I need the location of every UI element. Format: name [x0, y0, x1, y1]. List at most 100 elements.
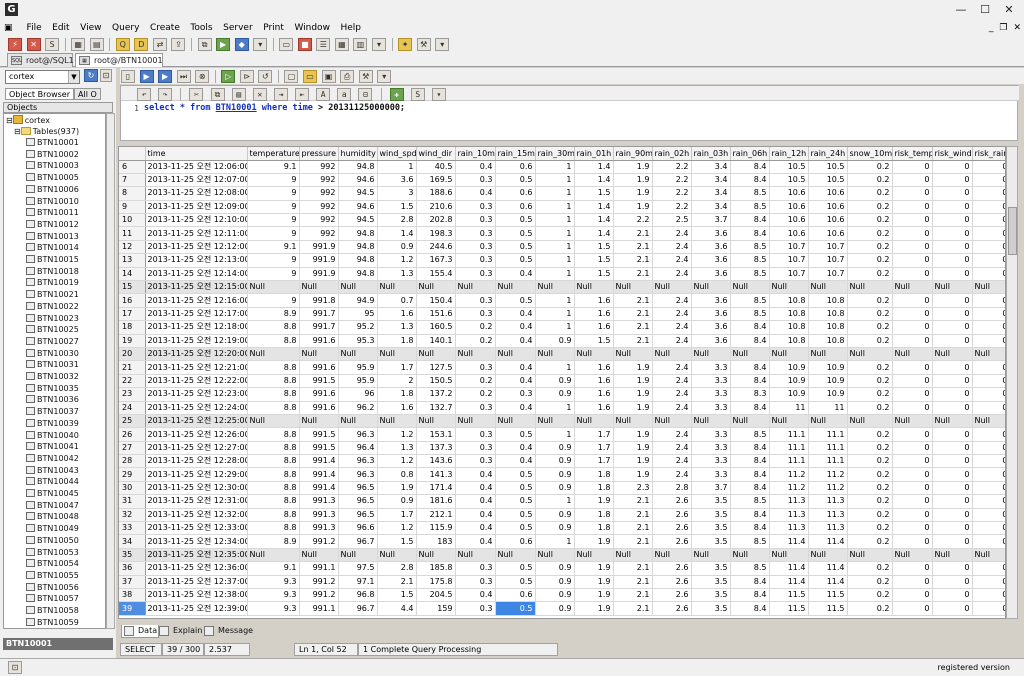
grid-cell[interactable]: Null: [892, 414, 933, 429]
grid-cell[interactable]: 137.2: [416, 387, 456, 402]
table-row[interactable]: 29 2013-11-25 오전 12:29:00 8.8 991.4 96.3 0.8 1…: [119, 467, 1005, 482]
grid-cell[interactable]: 0: [892, 467, 933, 482]
grid-cell[interactable]: 8.4: [730, 454, 770, 469]
grid-cell[interactable]: 2.4: [652, 427, 692, 442]
grid-cell[interactable]: Null: [416, 548, 456, 563]
grid-cell[interactable]: 991.7: [299, 320, 339, 335]
row-number[interactable]: 37: [119, 575, 146, 590]
grid-cell[interactable]: Null: [808, 414, 848, 429]
grid-cell[interactable]: 11.3: [808, 508, 848, 523]
grid-cell[interactable]: 8.4: [730, 360, 770, 375]
report-icon[interactable]: ▥: [353, 38, 368, 51]
grid-cell[interactable]: 8.8: [247, 441, 300, 456]
grid-cell[interactable]: 96.5: [338, 508, 378, 523]
grid-cell[interactable]: 3.6: [377, 173, 417, 188]
grid-cell[interactable]: 3.4: [691, 160, 731, 174]
grid-cell[interactable]: 1.9: [613, 186, 653, 201]
open-file-icon[interactable]: ▭: [303, 70, 318, 83]
grid-cell[interactable]: 11.3: [808, 521, 848, 536]
column-header-humidity[interactable]: humidity: [338, 147, 378, 161]
grid-cell[interactable]: Null: [299, 280, 339, 295]
cell-time[interactable]: 2013-11-25 오전 12:24:00: [145, 401, 248, 415]
grid-cell[interactable]: 0.4: [455, 467, 496, 482]
grid-cell[interactable]: 11.4: [769, 575, 809, 590]
row-number[interactable]: 33: [119, 521, 146, 536]
grid-cell[interactable]: 0.3: [495, 387, 536, 402]
sidebar-toggle-icon[interactable]: ▯: [121, 70, 135, 83]
grid-cell[interactable]: 0: [972, 521, 1005, 536]
grid-cell[interactable]: 8.4: [730, 374, 770, 389]
cell-time[interactable]: 2013-11-25 오전 12:06:00: [145, 160, 248, 174]
grid-cell[interactable]: 8.4: [730, 481, 770, 496]
grid-cell[interactable]: 0: [972, 441, 1005, 456]
grid-cell[interactable]: 0.2: [455, 387, 496, 402]
grid-cell[interactable]: 1.9: [613, 360, 653, 375]
grid-cell[interactable]: Null: [691, 280, 731, 295]
grid-cell[interactable]: 991.2: [299, 575, 339, 590]
grid-cell[interactable]: Null: [535, 280, 575, 295]
grid-cell[interactable]: 1: [535, 186, 575, 201]
tree-node-tables[interactable]: ⊟ Tables(937): [14, 126, 79, 137]
grid-cell[interactable]: 0.5: [495, 521, 536, 536]
tree-item-table[interactable]: BTN10002: [26, 149, 79, 160]
compare-icon[interactable]: ⇄: [152, 38, 167, 51]
row-number[interactable]: 38: [119, 588, 146, 603]
grid-cell[interactable]: 8.5: [730, 307, 770, 322]
grid-cell[interactable]: 96.7: [338, 601, 378, 616]
view-list-icon[interactable]: ☰: [316, 38, 331, 51]
grid-cell[interactable]: 11.5: [808, 601, 848, 616]
grid-cell[interactable]: 9: [247, 186, 300, 201]
tree-item-table[interactable]: BTN10015: [26, 254, 79, 265]
grid-cell[interactable]: Null: [574, 280, 614, 295]
column-header-rain_15m[interactable]: rain_15m: [495, 147, 536, 161]
column-header-time[interactable]: time: [145, 147, 248, 161]
grid-cell[interactable]: 10.8: [808, 307, 848, 322]
grid-cell[interactable]: 11.4: [769, 534, 809, 549]
grid-cell[interactable]: Null: [769, 414, 809, 429]
grid-cell[interactable]: 0: [892, 293, 933, 308]
cell-time[interactable]: 2013-11-25 오전 12:21:00: [145, 360, 248, 375]
cell-time[interactable]: 2013-11-25 오전 12:19:00: [145, 334, 248, 348]
grid-cell[interactable]: 8.8: [247, 401, 300, 415]
grid-cell[interactable]: 0: [932, 508, 973, 523]
run-script-icon[interactable]: ▶: [216, 38, 231, 51]
grid-cell[interactable]: 0.2: [847, 401, 893, 415]
cell-time[interactable]: 2013-11-25 오전 12:15:00: [145, 280, 248, 295]
grid-cell[interactable]: 0: [932, 374, 973, 389]
sql-text[interactable]: select * from BTN10001 where time > 2013…: [144, 103, 405, 113]
grid-cell[interactable]: 1.9: [377, 481, 417, 496]
grid-cell[interactable]: 0.2: [847, 575, 893, 590]
grid-cell[interactable]: 11.2: [769, 467, 809, 482]
grid-cell[interactable]: 11.2: [808, 467, 848, 482]
grid-vertical-scrollbar[interactable]: [1006, 146, 1018, 619]
grid-cell[interactable]: 0.5: [495, 213, 536, 228]
grid-view-icon[interactable]: ▦: [334, 38, 349, 51]
row-number[interactable]: 39: [119, 601, 146, 616]
grid-cell[interactable]: 0: [932, 441, 973, 456]
cell-time[interactable]: 2013-11-25 오전 12:08:00: [145, 186, 248, 201]
grid-cell[interactable]: 0: [892, 601, 933, 616]
grid-cell[interactable]: Null: [613, 280, 653, 295]
row-number[interactable]: 6: [119, 160, 146, 174]
grid-cell[interactable]: 3.3: [691, 360, 731, 375]
grid-cell[interactable]: 0.3: [455, 173, 496, 188]
cell-time[interactable]: 2013-11-25 오전 12:30:00: [145, 481, 248, 496]
grid-cell[interactable]: 0.2: [847, 160, 893, 174]
grid-cell[interactable]: 8.8: [247, 374, 300, 389]
cell-time[interactable]: 2013-11-25 오전 12:32:00: [145, 508, 248, 523]
grid-cell[interactable]: 4.4: [377, 601, 417, 616]
row-number[interactable]: 26: [119, 427, 146, 442]
grid-cell[interactable]: 0.4: [455, 160, 496, 174]
grid-cell[interactable]: Null: [299, 347, 339, 362]
grid-cell[interactable]: 991.7: [299, 307, 339, 322]
grid-cell[interactable]: 2.1: [613, 307, 653, 322]
grid-cell[interactable]: 2.4: [652, 467, 692, 482]
grid-cell[interactable]: 11.3: [808, 494, 848, 509]
tree-item-table[interactable]: BTN10006: [26, 184, 79, 195]
grid-cell[interactable]: 0: [932, 427, 973, 442]
grid-cell[interactable]: Null: [535, 414, 575, 429]
grid-cell[interactable]: 0: [932, 293, 973, 308]
grid-cell[interactable]: 8.5: [730, 200, 770, 215]
grid-cell[interactable]: 96.2: [338, 401, 378, 415]
tree-scrollbar[interactable]: [106, 113, 115, 629]
